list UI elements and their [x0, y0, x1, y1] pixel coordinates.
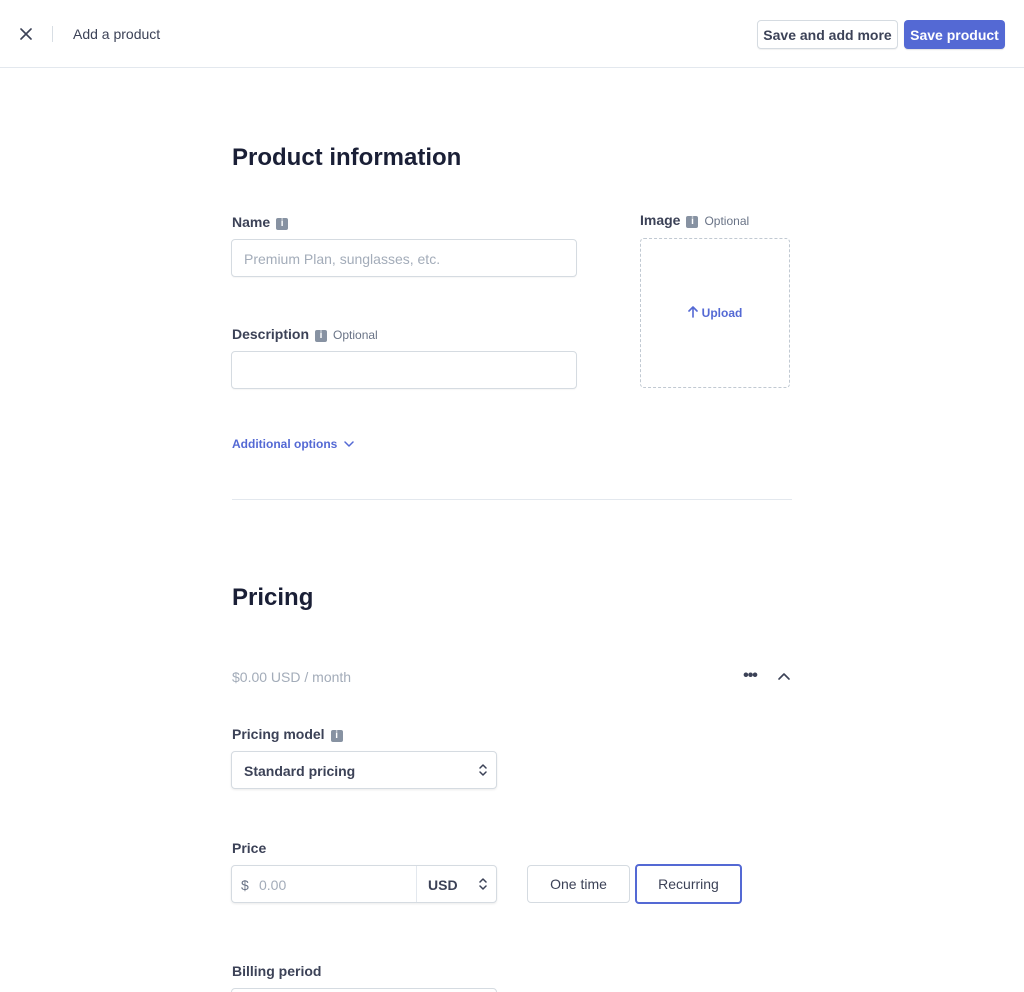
currency-symbol: $ [241, 877, 249, 893]
info-icon[interactable]: i [276, 218, 289, 230]
more-icon[interactable]: ••• [740, 666, 760, 686]
close-button[interactable] [16, 24, 36, 44]
optional-tag: Optional [333, 328, 378, 342]
billing-period-select[interactable] [231, 988, 497, 992]
currency-select[interactable]: USD [417, 866, 496, 902]
description-label-row: Description i Optional [232, 326, 378, 342]
upload-label: Upload [701, 306, 743, 320]
save-and-add-more-button[interactable]: Save and add more [757, 20, 898, 49]
price-field[interactable]: $ 0.00 USD [231, 865, 497, 903]
price-summary: $0.00 USD / month [232, 669, 352, 685]
top-bar: Add a product Save and add more Save pro… [0, 0, 1024, 68]
info-icon[interactable]: i [330, 730, 343, 742]
info-icon[interactable]: i [686, 216, 699, 228]
price-placeholder: 0.00 [259, 877, 287, 893]
name-placeholder: Premium Plan, sunglasses, etc. [244, 251, 441, 267]
name-input[interactable]: Premium Plan, sunglasses, etc. [231, 239, 577, 277]
pricing-model-value: Standard pricing [244, 763, 356, 779]
updown-chevron-icon [479, 764, 487, 776]
additional-options-link[interactable]: Additional options [232, 437, 354, 451]
pricing-model-label: Pricing model [232, 726, 325, 742]
description-label: Description [232, 326, 310, 342]
recurring-toggle[interactable]: Recurring [635, 864, 742, 904]
optional-tag: Optional [704, 214, 750, 228]
pricing-model-select[interactable]: Standard pricing [231, 751, 497, 789]
page-title: Add a product [73, 26, 161, 42]
image-upload-dropzone[interactable]: Upload [640, 238, 790, 388]
one-time-toggle[interactable]: One time [527, 865, 630, 903]
name-label: Name [232, 214, 271, 230]
arrow-up-icon [687, 305, 698, 321]
image-label-row: Image i Optional [640, 212, 749, 228]
image-label: Image [640, 212, 681, 228]
currency-value: USD [428, 877, 458, 893]
chevron-up-icon[interactable] [777, 666, 795, 686]
additional-options-label: Additional options [232, 437, 338, 451]
info-icon[interactable]: i [315, 330, 328, 342]
billing-period-label: Billing period [232, 963, 322, 979]
name-label-row: Name i [232, 214, 289, 230]
pricing-heading: Pricing [232, 584, 314, 611]
close-icon [20, 28, 32, 40]
chevron-down-icon [343, 441, 354, 447]
save-product-button[interactable]: Save product [904, 20, 1005, 49]
pricing-model-label-row: Pricing model i [232, 726, 343, 742]
header-divider [52, 26, 53, 42]
updown-chevron-icon [479, 878, 487, 890]
section-divider [232, 499, 792, 500]
description-input[interactable] [231, 351, 577, 389]
price-label: Price [232, 840, 267, 856]
product-information-heading: Product information [232, 144, 462, 171]
